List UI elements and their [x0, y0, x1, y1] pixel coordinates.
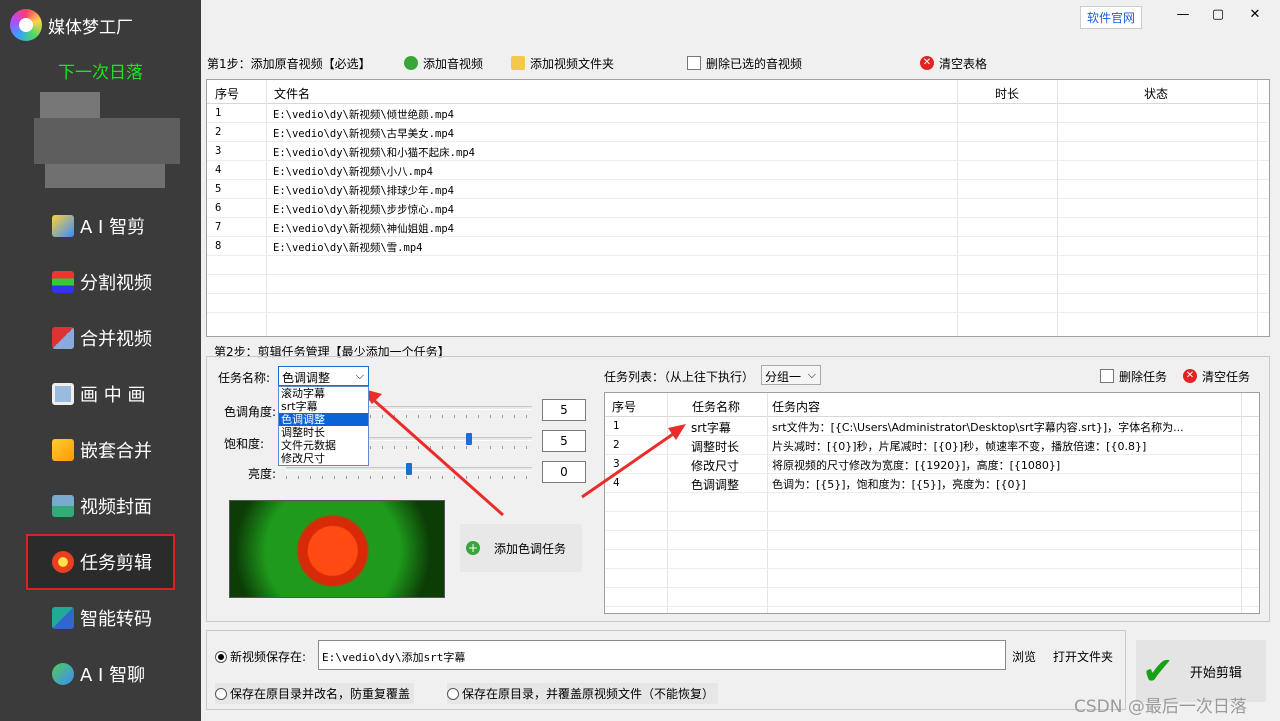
dropdown-option[interactable]: 滚动字幕 [279, 387, 368, 400]
annotation-arrow-right [581, 430, 677, 499]
dropdown-option[interactable]: 色调调整 [279, 413, 368, 426]
task-type-dropdown[interactable]: 滚动字幕 srt字幕 色调调整 调整时长 文件元数据 修改尺寸 [278, 386, 369, 466]
annotation-arrows [360, 388, 686, 517]
annotation-arrow-left [367, 393, 504, 517]
dropdown-option[interactable]: srt字幕 [279, 400, 368, 413]
dropdown-option[interactable]: 调整时长 [279, 426, 368, 439]
dropdown-option[interactable]: 修改尺寸 [279, 452, 368, 465]
dropdown-option[interactable]: 文件元数据 [279, 439, 368, 452]
